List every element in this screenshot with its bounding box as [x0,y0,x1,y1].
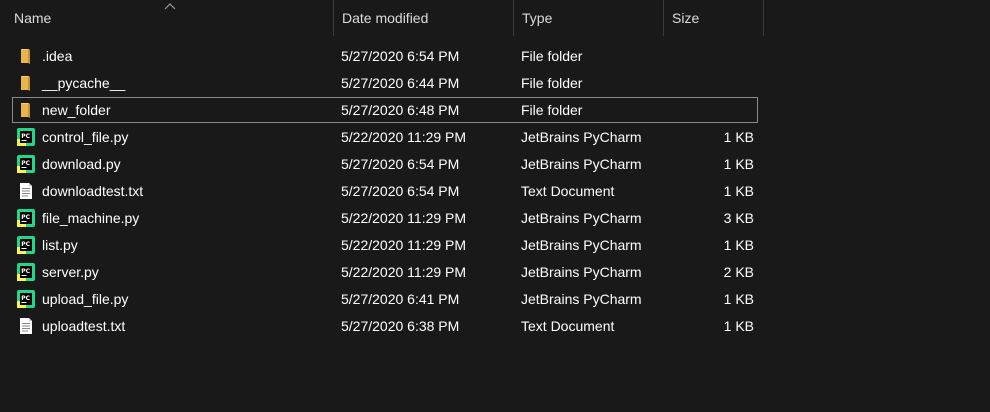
file-size: 1 KB [723,318,754,334]
file-date-modified: 5/22/2020 11:29 PM [341,264,467,280]
file-type: JetBrains PyCharm [521,237,642,253]
column-header-type[interactable]: Type [514,0,664,36]
file-date-modified: 5/27/2020 6:38 PM [341,318,460,334]
file-row[interactable]: PC download.py 5/27/2020 6:54 PM JetBrains … [0,151,990,178]
file-row[interactable]: PC server.py 5/22/2020 11:29 PM JetBrains P… [0,259,990,286]
file-row[interactable]: PC file_machine.py 5/22/2020 11:29 PM JetBr… [0,205,990,232]
file-date-modified: 5/27/2020 6:54 PM [341,156,460,172]
folder-icon [17,101,35,119]
file-row[interactable]: PC list.py 5/22/2020 11:29 PM JetBrains PyC… [0,232,990,259]
file-name: new_folder [42,102,111,118]
svg-text:PC: PC [21,133,30,140]
file-type: File folder [521,75,583,91]
file-date-modified: 5/22/2020 11:29 PM [341,237,467,253]
folder-icon [17,74,35,92]
file-type: JetBrains PyCharm [521,156,642,172]
file-name: __pycache__ [42,75,126,91]
column-header-size-label: Size [672,10,700,26]
file-size: 1 KB [723,291,754,307]
file-date-modified: 5/27/2020 6:41 PM [341,291,460,307]
column-header-name-label: Name [14,10,52,26]
pycharm-icon: PC [17,263,35,281]
file-date-modified: 5/27/2020 6:48 PM [341,102,460,118]
file-type: Text Document [521,318,615,334]
file-list: .idea 5/27/2020 6:54 PM File folder __pycac… [0,43,990,340]
file-type: JetBrains PyCharm [521,210,642,226]
file-type: JetBrains PyCharm [521,291,642,307]
svg-text:PC: PC [21,214,30,221]
file-row[interactable]: .idea 5/27/2020 6:54 PM File folder [0,43,990,70]
pycharm-icon: PC [17,209,35,227]
column-header-row: Name Date modified Type Size [0,0,990,36]
file-size: 2 KB [723,264,754,280]
file-size: 1 KB [723,129,754,145]
file-name: uploadtest.txt [42,318,126,334]
folder-icon [17,47,35,65]
file-date-modified: 5/22/2020 11:29 PM [341,129,467,145]
file-size: 1 KB [723,237,754,253]
file-name: downloadtest.txt [42,183,144,199]
pycharm-icon: PC [17,155,35,173]
file-type: Text Document [521,183,615,199]
file-name: control_file.py [42,129,129,145]
file-size [664,97,754,124]
file-row[interactable]: __pycache__ 5/27/2020 6:44 PM File folder [0,70,990,97]
file-name: .idea [42,48,73,64]
file-row[interactable]: uploadtest.txt 5/27/2020 6:38 PM Text Docu… [0,313,990,340]
file-size [664,43,754,70]
column-header-date-label: Date modified [342,10,429,26]
file-size: 1 KB [723,183,754,199]
text-document-icon [17,182,35,200]
svg-text:PC: PC [21,160,30,167]
file-name: server.py [42,264,99,280]
file-date-modified: 5/27/2020 6:54 PM [341,48,460,64]
file-type: JetBrains PyCharm [521,264,642,280]
file-row[interactable]: PC upload_file.py 5/27/2020 6:41 PM JetBrai… [0,286,990,313]
pycharm-icon: PC [17,236,35,254]
column-header-date-modified[interactable]: Date modified [334,0,514,36]
pycharm-icon: PC [17,290,35,308]
file-name: upload_file.py [42,291,129,307]
file-size: 1 KB [723,156,754,172]
file-row[interactable]: PC control_file.py 5/22/2020 11:29 PM JetBr… [0,124,990,151]
file-date-modified: 5/22/2020 11:29 PM [341,210,467,226]
text-document-icon [17,317,35,335]
file-type: File folder [521,102,583,118]
file-type: File folder [521,48,583,64]
pycharm-icon: PC [17,128,35,146]
svg-text:PC: PC [21,241,30,248]
file-name: file_machine.py [42,210,140,226]
column-header-name[interactable]: Name [0,0,334,36]
file-row[interactable]: new_folder 5/27/2020 6:48 PM File folder [0,97,990,124]
column-header-size[interactable]: Size [664,0,764,36]
file-name: list.py [42,237,78,253]
file-date-modified: 5/27/2020 6:54 PM [341,183,460,199]
file-date-modified: 5/27/2020 6:44 PM [341,75,460,91]
file-name: download.py [42,156,121,172]
file-size [664,70,754,97]
file-size: 3 KB [723,210,754,226]
sort-ascending-icon [164,3,176,10]
svg-text:PC: PC [21,268,30,275]
column-header-type-label: Type [522,10,553,26]
file-type: JetBrains PyCharm [521,129,642,145]
file-explorer-list: Name Date modified Type Size .idea 5/27/2… [0,0,990,412]
file-row[interactable]: downloadtest.txt 5/27/2020 6:54 PM Text Do… [0,178,990,205]
svg-text:PC: PC [21,295,30,302]
